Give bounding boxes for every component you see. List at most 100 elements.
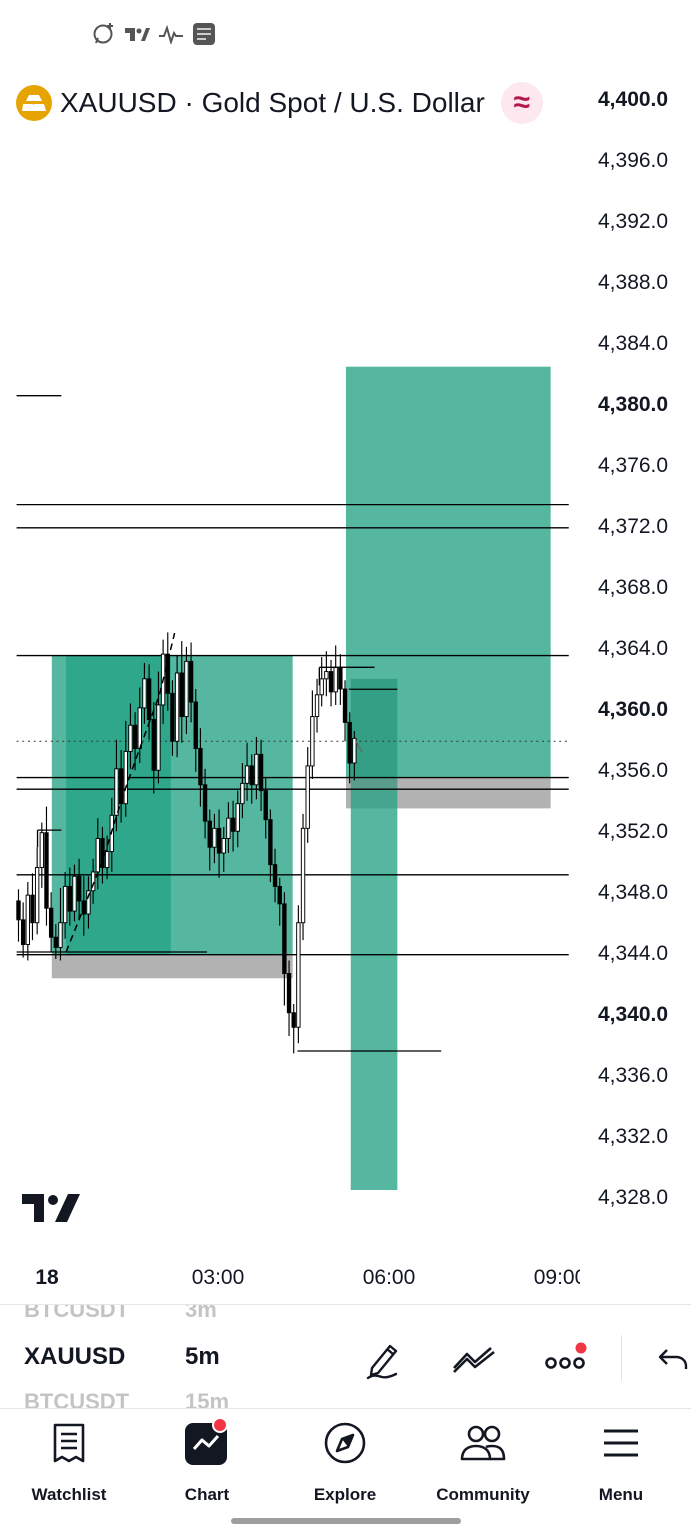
chart-icon (183, 1417, 231, 1467)
candle-body-down (20, 919, 26, 945)
home-indicator[interactable] (231, 1518, 461, 1524)
price-tick-label: 4,352.0 (598, 820, 669, 843)
nav-label: Chart (184, 1485, 230, 1504)
candle-body-down (30, 894, 35, 924)
candle-body-up (114, 768, 119, 816)
candle-body-down (151, 718, 156, 771)
price-tick-label: 4,364.0 (598, 637, 669, 660)
candle-body-down (207, 820, 212, 848)
candle-body-up (128, 724, 133, 752)
candle-body-down (282, 903, 287, 975)
community-icon (459, 1419, 507, 1467)
candle-body-up (184, 660, 189, 718)
candle (20, 902, 26, 958)
candle-body-up (305, 765, 310, 829)
short-position-stop-zone (350, 678, 398, 790)
price-tick-label: 4,380.0 (598, 393, 669, 416)
symbol-picker-prev[interactable]: BTCUSDT (24, 1305, 129, 1323)
candle-body-down (263, 790, 268, 821)
candle-body-up (142, 678, 147, 709)
price-tick-label: 4,332.0 (598, 1125, 669, 1148)
candle (296, 905, 301, 1044)
price-tick-label: 4,360.0 (598, 698, 669, 721)
candle-body-down (198, 748, 203, 786)
gold-bars-icon (16, 85, 52, 121)
candle-body-down (193, 701, 198, 749)
candle-body-down (291, 1012, 296, 1028)
price-tick-label: 4,388.0 (598, 271, 669, 294)
candle (39, 822, 45, 888)
candle-body-down (48, 907, 54, 938)
chart-alert-dot (212, 1417, 228, 1433)
symbol-title[interactable]: XAUUSD · Gold Spot / U.S. Dollar (60, 87, 485, 119)
candle (314, 678, 320, 733)
candle-body-down (170, 692, 175, 742)
candle (291, 1004, 296, 1054)
candle (310, 690, 315, 779)
drawing-pen-button[interactable] (358, 1335, 406, 1383)
nav-label: Community (436, 1485, 530, 1504)
candle-body-down (216, 827, 222, 854)
toolbar-divider (621, 1335, 622, 1381)
candle-body-down (16, 900, 21, 921)
price-axis[interactable]: 4,400.0 4,396.0 4,392.0 4,388.0 4,384.0 4,380… (580, 0, 691, 1250)
tradingview-logo-icon[interactable] (22, 1192, 82, 1224)
approx-feed-icon[interactable]: ≈ (500, 82, 543, 124)
candle-body-down (202, 784, 208, 822)
candle-body-up (95, 838, 100, 873)
long-position-stop-zone (51, 954, 293, 979)
candle-body-up (333, 666, 338, 693)
time-axis[interactable]: 18 03:00 06:00 09:00 (0, 1262, 580, 1296)
time-tick-label: 18 (35, 1266, 59, 1289)
nav-label: Explore (313, 1485, 377, 1504)
symbol-picker-next[interactable]: BTCUSDT (24, 1389, 129, 1409)
candle-body-up (34, 867, 40, 924)
candle-body-up (235, 803, 240, 832)
candle (44, 806, 49, 926)
nav-chart[interactable]: Chart (138, 1417, 276, 1519)
price-tick-label: 4,384.0 (598, 332, 669, 355)
undo-icon (658, 1349, 688, 1369)
more-tools-button[interactable] (542, 1335, 590, 1383)
time-tick-label: 03:00 (191, 1266, 245, 1289)
candle-body-down (277, 885, 282, 905)
price-tick-label: 4,396.0 (598, 149, 669, 172)
nav-menu[interactable]: Menu (552, 1419, 690, 1519)
price-tick-label: 4,336.0 (598, 1064, 669, 1087)
symbol-picker[interactable]: XAUUSD (24, 1343, 125, 1371)
candle-body-up (156, 704, 161, 771)
nav-explore[interactable]: Explore (276, 1419, 414, 1519)
candle (25, 882, 31, 961)
symbol-header[interactable]: XAUUSD · Gold Spot / U.S. Dollar ≈ (16, 82, 543, 124)
time-tick-label: 09:00 (533, 1266, 580, 1289)
candle-body-down (188, 660, 194, 703)
candle-body-down (347, 721, 352, 764)
candle-body-up (58, 922, 63, 948)
price-tick-label: 4,348.0 (598, 881, 669, 904)
candle-body-down (328, 671, 334, 693)
candle-body-up (72, 875, 77, 912)
interval-picker-next[interactable]: 15m (185, 1389, 229, 1409)
candle-body-down (44, 832, 49, 909)
trend-line-button[interactable] (450, 1335, 498, 1383)
interval-picker-prev[interactable]: 3m (185, 1305, 217, 1323)
candle (16, 889, 21, 942)
candle-body-up (62, 885, 68, 924)
nav-label: Menu (598, 1485, 644, 1504)
price-tick-label: 4,400.0 (598, 88, 669, 111)
nav-community[interactable]: Community (414, 1419, 552, 1519)
nav-watchlist[interactable]: Watchlist (0, 1419, 138, 1519)
candle-body-up (240, 782, 245, 805)
candle-body-up (226, 817, 231, 839)
interval-picker[interactable]: 5m (185, 1343, 220, 1371)
undo-button[interactable] (650, 1335, 691, 1383)
candle (305, 747, 310, 843)
candle-body-down (249, 765, 254, 786)
candle-body-down (230, 817, 236, 832)
price-tick-label: 4,344.0 (598, 942, 669, 965)
candle (34, 847, 40, 935)
candle-body-up (254, 753, 259, 786)
candle (319, 657, 324, 707)
candle (282, 892, 287, 1006)
time-tick-label: 06:00 (362, 1266, 416, 1289)
